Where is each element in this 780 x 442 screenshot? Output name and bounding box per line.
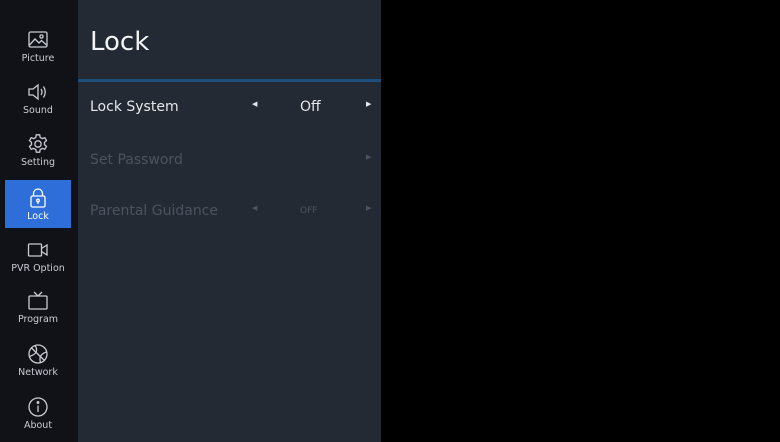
arrow-left-icon: ◀	[252, 204, 258, 212]
sidebar-item-program[interactable]: Program	[5, 283, 71, 331]
row-label: Set Password	[90, 152, 183, 168]
page-title: Lock	[90, 27, 150, 57]
arrow-right-icon[interactable]: ▶	[366, 100, 371, 108]
gear-icon	[28, 134, 48, 153]
video-camera-icon	[27, 243, 48, 257]
title-divider	[78, 79, 381, 82]
sidebar-item-picture[interactable]: Picture	[5, 22, 71, 70]
sidebar-item-pvr-option[interactable]: PVR Option	[5, 232, 71, 280]
sidebar-item-label: Lock	[27, 211, 49, 222]
arrow-right-icon: ▶	[366, 204, 372, 212]
picture-icon	[28, 31, 48, 48]
sidebar-item-label: Setting	[20, 157, 55, 168]
lock-settings-panel: Lock Lock System ◀ Off ▶ Set Password ▶ …	[78, 0, 381, 442]
lock-icon	[30, 188, 46, 208]
arrow-left-icon[interactable]: ◀	[252, 100, 257, 108]
chevron-right-icon: ▶	[366, 153, 372, 161]
sidebar-item-label: Picture	[21, 53, 55, 64]
speaker-icon	[28, 83, 46, 101]
sidebar-item-label: Network	[18, 367, 58, 378]
sidebar-item-sound[interactable]: Sound	[5, 74, 71, 122]
sidebar: Picture Sound Setting Lock PVR Option Pr…	[0, 0, 79, 442]
info-icon	[28, 397, 48, 417]
sidebar-item-label: About	[23, 420, 53, 431]
row-label: Lock System	[90, 99, 179, 115]
lock-system-row[interactable]: Lock System ◀ Off ▶	[78, 85, 381, 133]
sidebar-item-lock[interactable]: Lock	[5, 180, 71, 228]
row-value: OFF	[300, 206, 318, 216]
sidebar-item-network[interactable]: Network	[5, 336, 71, 384]
row-label: Parental Guidance	[90, 203, 218, 219]
sidebar-item-label: PVR Option	[11, 263, 65, 274]
parental-guidance-row[interactable]: Parental Guidance ◀ OFF ▶	[78, 189, 381, 237]
sidebar-item-label: Sound	[23, 105, 53, 116]
sidebar-item-about[interactable]: About	[5, 389, 71, 437]
globe-icon	[28, 344, 48, 364]
tv-icon	[28, 291, 48, 310]
row-value: Off	[300, 99, 321, 115]
sidebar-item-setting[interactable]: Setting	[5, 126, 71, 174]
sidebar-item-label: Program	[17, 314, 59, 325]
set-password-row[interactable]: Set Password ▶	[78, 138, 381, 186]
